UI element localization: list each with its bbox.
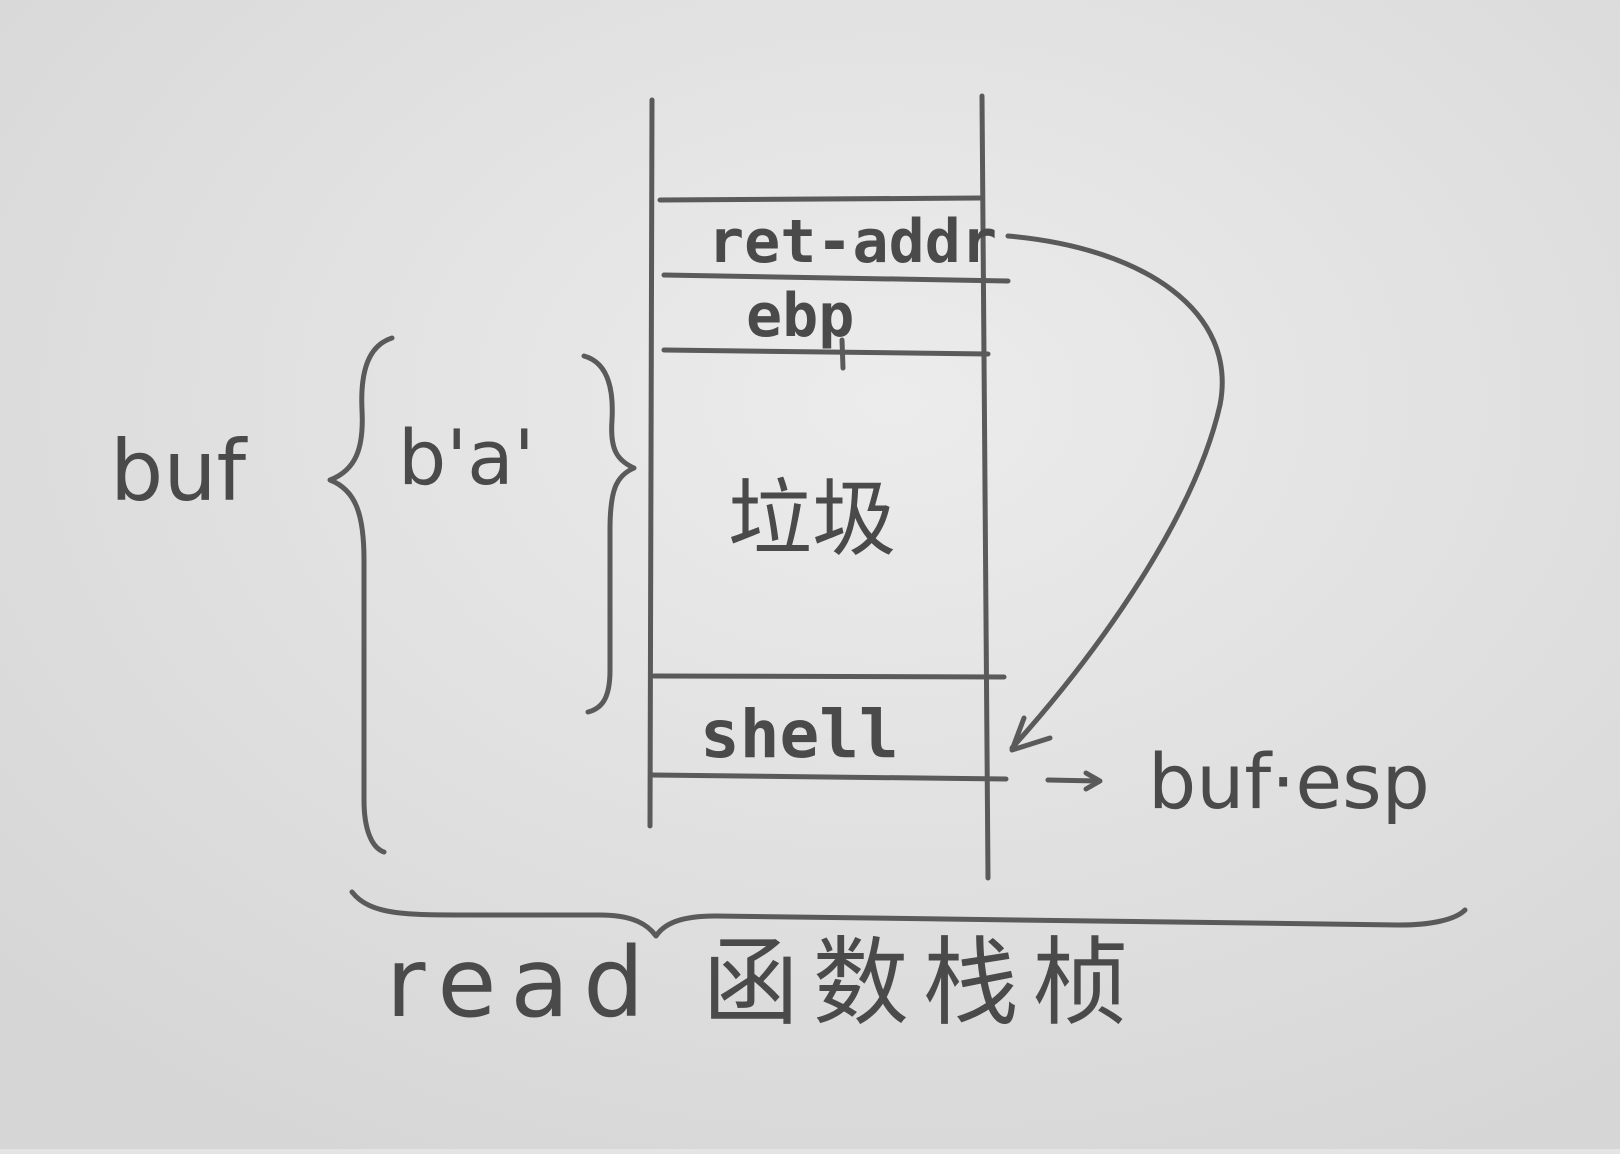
paper-background: ret-addr ebp 垃圾 shell buf b'a' buf·esp r… xyxy=(0,0,1620,1149)
junk-label: 垃圾 xyxy=(728,470,896,568)
ebp-label: ebp xyxy=(746,281,854,351)
payload-label: b'a' xyxy=(398,413,535,502)
buf-esp-label: buf·esp xyxy=(1148,737,1430,826)
buf-label: buf xyxy=(110,422,249,520)
divider-junk-shell xyxy=(651,673,1007,680)
shell-label: shell xyxy=(700,696,899,773)
frame-caption: read 函数栈桢 xyxy=(386,927,1143,1039)
ret-addr-label: ret-addr xyxy=(708,207,997,277)
stack-frame-diagram: ret-addr ebp 垃圾 shell buf b'a' buf·esp r… xyxy=(0,0,1620,1149)
divider-top xyxy=(657,195,983,203)
stack-left-wall xyxy=(647,97,655,829)
esp-arrow-line xyxy=(1045,777,1101,784)
